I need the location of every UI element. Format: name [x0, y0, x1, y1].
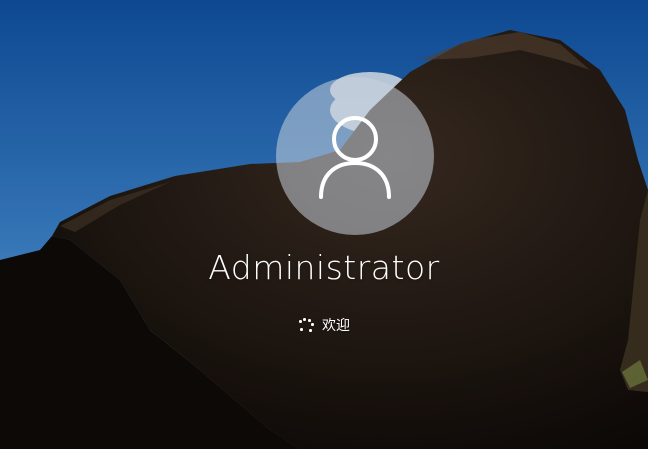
- lock-screen: Administrator 欢迎: [0, 0, 648, 449]
- user-icon: [319, 116, 391, 199]
- status-text: 欢迎: [322, 318, 350, 334]
- username-label: Administrator: [208, 248, 440, 287]
- user-avatar: [276, 77, 434, 235]
- loading-spinner-icon: [298, 317, 314, 333]
- status-row: 欢迎: [0, 315, 648, 335]
